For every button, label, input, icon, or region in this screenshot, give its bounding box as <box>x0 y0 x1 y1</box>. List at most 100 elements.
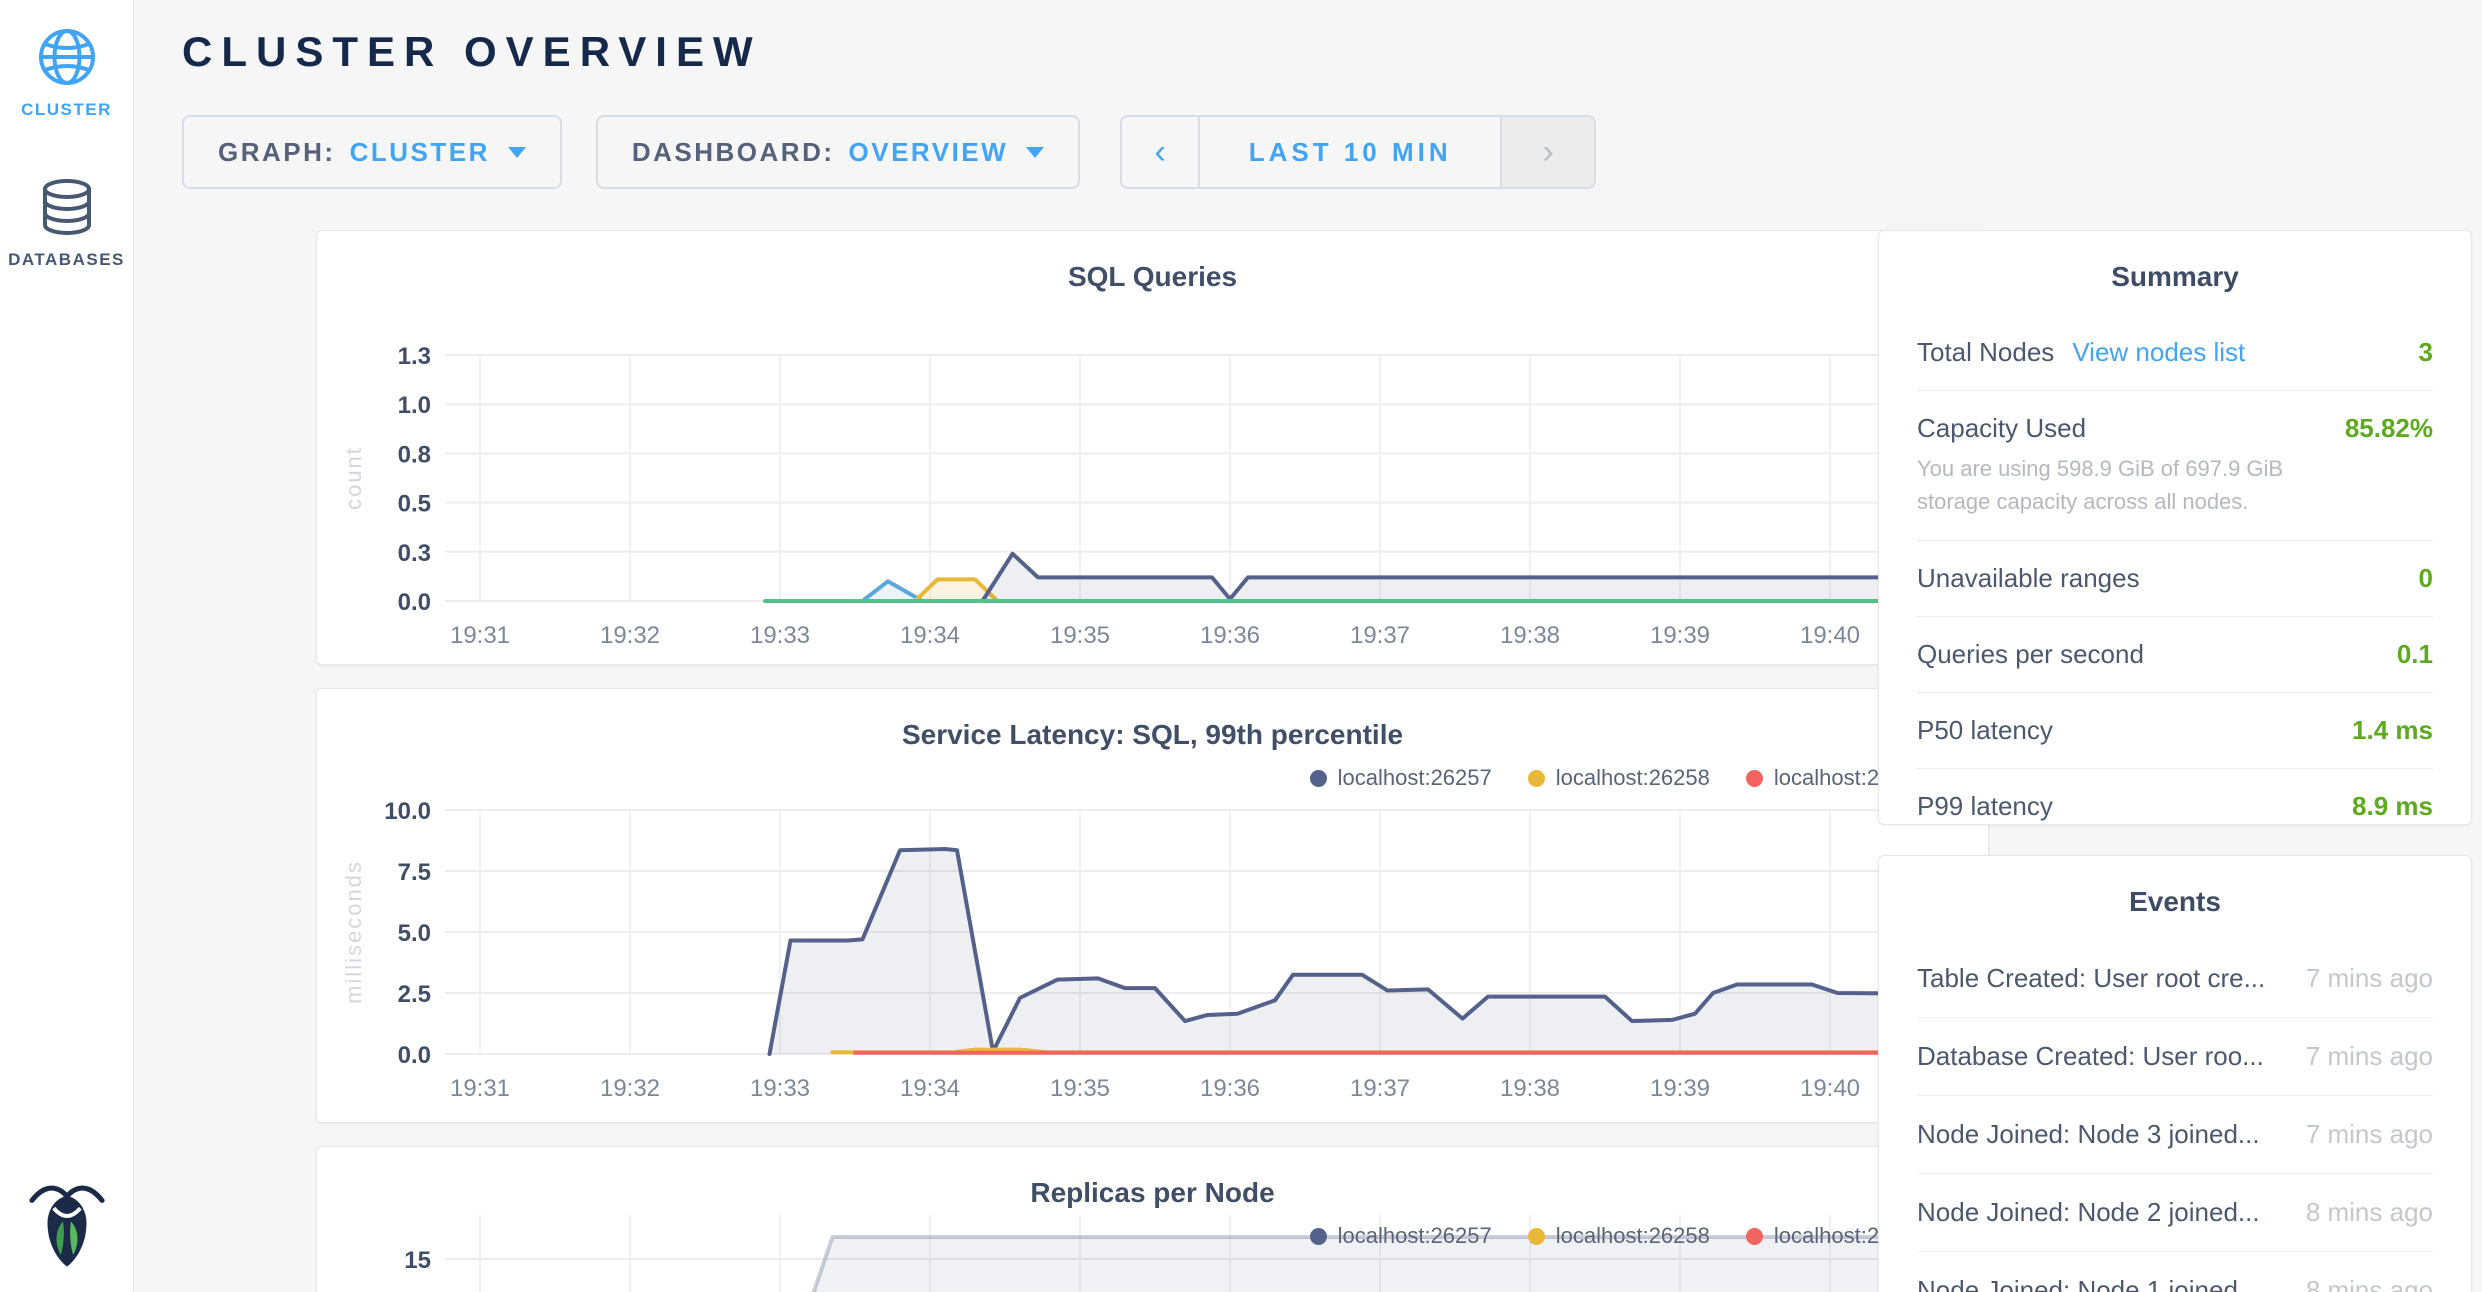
chevron-down-icon <box>508 147 526 158</box>
legend-dot-icon <box>1310 770 1327 787</box>
replicas-per-node-plot: 1510 <box>317 1147 1988 1292</box>
legend-dot-icon <box>1746 1228 1763 1245</box>
svg-text:19:38: 19:38 <box>1500 1075 1560 1102</box>
event-time: 8 mins ago <box>2306 1197 2433 1228</box>
svg-text:19:34: 19:34 <box>900 1075 960 1102</box>
svg-text:0.0: 0.0 <box>398 589 431 616</box>
legend-label: localhost:26257 <box>1338 765 1492 791</box>
time-window-prev-button[interactable]: ‹ <box>1122 117 1198 187</box>
graph-dropdown-label: GRAPH: <box>218 137 336 168</box>
time-window-selector: ‹ LAST 10 MIN › <box>1120 115 1596 189</box>
summary-row-value: 0 <box>2419 563 2433 594</box>
events-rows: Table Created: User root cre...7 mins ag… <box>1917 940 2433 1292</box>
cockroachdb-admin-ui: CLUSTER DATABASES <box>0 0 2482 1292</box>
chart-legend: localhost:26257localhost:26258localhost:… <box>1274 1223 1928 1249</box>
legend-dot-icon <box>1528 1228 1545 1245</box>
svg-text:19:35: 19:35 <box>1050 622 1110 649</box>
summary-rows: Total Nodes View nodes list 3 Capacity Used… <box>1917 315 2433 825</box>
time-window-range-button[interactable]: LAST 10 MIN <box>1198 117 1500 187</box>
summary-row-label: Total Nodes <box>1917 337 2054 368</box>
svg-text:19:32: 19:32 <box>600 622 660 649</box>
svg-text:2.5: 2.5 <box>398 981 431 1008</box>
event-row[interactable]: Database Created: User roo... 7 mins ago <box>1917 1018 2433 1096</box>
svg-text:0.3: 0.3 <box>398 540 431 567</box>
legend-dot-icon <box>1746 770 1763 787</box>
legend-item[interactable]: localhost:26258 <box>1528 1223 1710 1249</box>
time-window-next-button[interactable]: › <box>1500 117 1594 187</box>
time-range-label: LAST 10 MIN <box>1249 137 1452 168</box>
summary-row-label: Capacity Used <box>1917 413 2086 444</box>
svg-text:0.0: 0.0 <box>398 1042 431 1069</box>
chart-title: Service Latency: SQL, 99th percentile <box>317 719 1988 751</box>
event-text: Node Joined: Node 3 joined... <box>1917 1119 2260 1150</box>
summary-row: P99 latency 8.9 ms <box>1917 769 2433 825</box>
chevron-down-icon <box>1026 147 1044 158</box>
summary-row: P50 latency1.4 ms <box>1917 693 2433 769</box>
event-row[interactable]: Node Joined: Node 3 joined... 7 mins ago <box>1917 1096 2433 1174</box>
summary-row-label: Unavailable ranges <box>1917 563 2140 594</box>
sidebar-item-cluster[interactable]: CLUSTER <box>0 26 133 120</box>
svg-text:milliseconds: milliseconds <box>341 860 366 1004</box>
svg-text:19:36: 19:36 <box>1200 622 1260 649</box>
svg-text:count: count <box>341 446 366 510</box>
summary-row: Unavailable ranges 0 <box>1917 541 2433 617</box>
chart-card-replicas-per-node: 1510 Replicas per Node ! localhost:26257… <box>316 1146 1989 1292</box>
summary-row-value: 8.9 ms <box>2352 791 2433 822</box>
event-time: 7 mins ago <box>2306 963 2433 994</box>
svg-text:19:39: 19:39 <box>1650 622 1710 649</box>
dashboard-dropdown-value: OVERVIEW <box>849 137 1009 168</box>
summary-row-label: P99 latency <box>1917 791 2053 822</box>
svg-text:19:37: 19:37 <box>1350 1075 1410 1102</box>
svg-text:19:40: 19:40 <box>1800 622 1860 649</box>
sidebar-item-databases[interactable]: DATABASES <box>0 176 133 270</box>
event-row[interactable]: Node Joined: Node 1 joined... 8 mins ago <box>1917 1252 2433 1292</box>
graph-dropdown[interactable]: GRAPH: CLUSTER <box>182 115 562 189</box>
view-nodes-list-link[interactable]: View nodes list <box>2072 337 2245 368</box>
svg-text:19:35: 19:35 <box>1050 1075 1110 1102</box>
chevron-right-icon: › <box>1543 133 1554 172</box>
svg-text:19:34: 19:34 <box>900 622 960 649</box>
chart-card-sql-queries: 1.31.00.80.50.30.019:3119:3219:3319:3419… <box>316 230 1989 665</box>
event-text: Database Created: User roo... <box>1917 1041 2264 1072</box>
database-icon <box>36 176 98 238</box>
summary-title: Summary <box>1879 231 2471 293</box>
event-text: Node Joined: Node 1 joined... <box>1917 1275 2260 1292</box>
right-column: Summary Total Nodes View nodes list 3 Capac… <box>1878 230 2472 1292</box>
sidebar-item-label: CLUSTER <box>0 100 133 120</box>
summary-panel: Summary Total Nodes View nodes list 3 Capac… <box>1878 230 2472 825</box>
chart-title: Replicas per Node <box>317 1177 1988 1209</box>
summary-row-value: 1.4 ms <box>2352 715 2433 746</box>
event-text: Node Joined: Node 2 joined... <box>1917 1197 2260 1228</box>
chart-title: SQL Queries <box>317 261 1988 293</box>
summary-row-label: Queries per second <box>1917 639 2144 670</box>
event-time: 7 mins ago <box>2306 1119 2433 1150</box>
svg-text:19:39: 19:39 <box>1650 1075 1710 1102</box>
chevron-left-icon: ‹ <box>1155 133 1166 172</box>
legend-item[interactable]: localhost:26258 <box>1528 765 1710 791</box>
legend-label: localhost:26258 <box>1556 765 1710 791</box>
legend-dot-icon <box>1528 770 1545 787</box>
legend-item[interactable]: localhost:26257 <box>1310 765 1492 791</box>
chart-legend: localhost:26257localhost:26258localhost:… <box>1274 765 1928 791</box>
page-title: CLUSTER OVERVIEW <box>182 28 762 76</box>
svg-text:19:36: 19:36 <box>1200 1075 1260 1102</box>
sidebar-item-label: DATABASES <box>0 250 133 270</box>
event-row[interactable]: Table Created: User root cre...7 mins ag… <box>1917 940 2433 1018</box>
legend-dot-icon <box>1310 1228 1327 1245</box>
dashboard-dropdown-label: DASHBOARD: <box>632 137 835 168</box>
event-row[interactable]: Node Joined: Node 2 joined... 8 mins ago <box>1917 1174 2433 1252</box>
svg-text:19:37: 19:37 <box>1350 622 1410 649</box>
svg-text:10.0: 10.0 <box>384 798 431 825</box>
legend-label: localhost:26258 <box>1556 1223 1710 1249</box>
event-time: 8 mins ago <box>2306 1275 2433 1292</box>
svg-text:7.5: 7.5 <box>398 859 431 886</box>
chart-card-service-latency: 10.07.55.02.50.019:3119:3219:3319:3419:3… <box>316 688 1989 1123</box>
sidebar: CLUSTER DATABASES <box>0 0 134 1292</box>
events-panel: Events Table Created: User root cre...7 … <box>1878 855 2472 1292</box>
events-title: Events <box>1879 856 2471 918</box>
event-time: 7 mins ago <box>2306 1041 2433 1072</box>
svg-text:5.0: 5.0 <box>398 920 431 947</box>
summary-row-value: 3 <box>2419 337 2433 368</box>
legend-item[interactable]: localhost:26257 <box>1310 1223 1492 1249</box>
dashboard-dropdown[interactable]: DASHBOARD: OVERVIEW <box>596 115 1080 189</box>
